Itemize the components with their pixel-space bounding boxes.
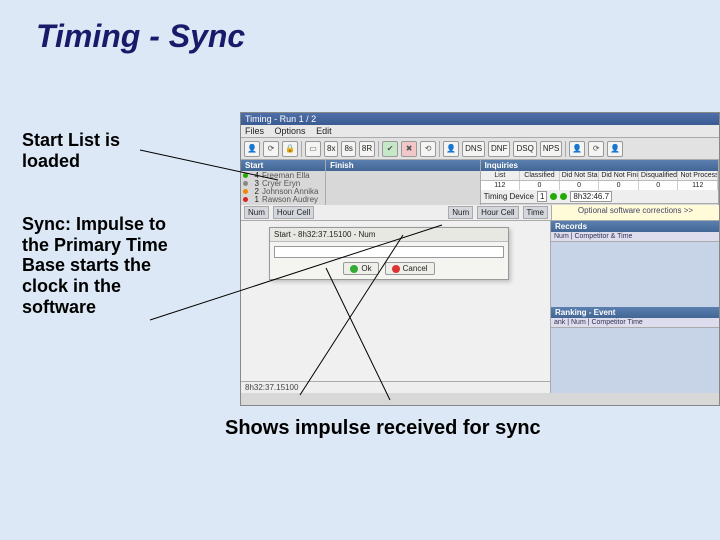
refresh-icon[interactable]: ⟳ [263, 141, 279, 157]
ranking-body [551, 328, 719, 393]
lower-area: Start - 8h32:37.15100 - Num Ok Cancel 8h… [241, 221, 719, 393]
eight-x-button[interactable]: 8x [324, 141, 338, 157]
eight-s-button[interactable]: 8s [341, 141, 355, 157]
status-dot-icon [243, 189, 248, 194]
inq-value-cell: 0 [599, 181, 639, 190]
status-dot-icon [243, 173, 248, 178]
ok-label: Ok [361, 264, 371, 273]
inq-value-cell: 112 [678, 181, 718, 190]
status-dot-icon [243, 197, 248, 202]
start-header: Start [241, 160, 325, 171]
num-label: Num [244, 206, 269, 219]
caption-bottom: Shows impulse received for sync [225, 417, 541, 440]
three-columns: Start 4 Freeman Ella 3 Cryer Eryn 2 John… [241, 160, 719, 205]
app-window: Timing - Run 1 / 2 Files Options Edit 👤 … [240, 112, 720, 406]
reset-icon[interactable]: ⟲ [420, 141, 436, 157]
window-title: Timing - Run 1 / 2 [241, 113, 719, 125]
person-icon[interactable]: 👤 [607, 141, 623, 157]
status-dot-icon [560, 193, 567, 200]
time-label: Time [523, 206, 548, 219]
person-icon[interactable]: 👤 [443, 141, 459, 157]
person-icon[interactable]: 👤 [569, 141, 585, 157]
dialog-title: Start - 8h32:37.15100 - Num [270, 228, 508, 242]
timing-device-id: 1 [537, 191, 547, 202]
status-bar: 8h32:37.15100 [241, 381, 550, 393]
sync-dialog: Start - 8h32:37.15100 - Num Ok Cancel [269, 227, 509, 280]
timing-device-label: Timing Device [484, 192, 534, 201]
inq-header-cell: Did Not Finish [599, 171, 639, 180]
inq-header-cell: Disqualified [639, 171, 679, 180]
inq-value-cell: 112 [481, 181, 521, 190]
inq-header-cell: List [481, 171, 521, 180]
menu-edit[interactable]: Edit [316, 126, 332, 136]
inq-value-cell: 0 [639, 181, 679, 190]
bib-number: 1 [251, 195, 259, 204]
menu-options[interactable]: Options [275, 126, 306, 136]
start-list: 4 Freeman Ella 3 Cryer Eryn 2 Johnson An… [241, 171, 325, 203]
ok-button[interactable]: Ok [343, 262, 378, 275]
inq-header-cell: Classified [520, 171, 560, 180]
separator [565, 141, 566, 157]
timing-device-row: Timing Device 1 8h32:46.7 [481, 190, 718, 204]
separator [301, 141, 302, 157]
inquiries-column: Inquiries ListClassifiedDid Not StartDid… [481, 160, 719, 205]
num-label: Num [448, 206, 473, 219]
lock-icon[interactable]: 🔒 [282, 141, 298, 157]
separator [378, 141, 379, 157]
slide-title: Timing - Sync [36, 18, 245, 55]
toolbar: 👤 ⟳ 🔒 ▭ 8x 8s 8R ✔ ✖ ⟲ 👤 DNS DNF DSQ NPS… [241, 138, 719, 160]
refresh-icon[interactable]: ⟳ [588, 141, 604, 157]
finish-header: Finish [326, 160, 480, 171]
lower-right-pane: Records Num | Competitor & Time Ranking … [551, 221, 719, 393]
note-sync: Sync: Impulse to the Primary Time Base s… [22, 214, 182, 317]
competitor-name: Rawson Audrey [262, 195, 318, 204]
records-header: Records [551, 221, 719, 232]
ranking-columns: ank | Num | Competitor Time [551, 318, 719, 328]
separator [439, 141, 440, 157]
lower-left-pane: Start - 8h32:37.15100 - Num Ok Cancel 8h… [241, 221, 551, 393]
ranking-header: Ranking - Event [551, 307, 719, 318]
nps-button[interactable]: NPS [540, 141, 562, 157]
records-columns: Num | Competitor & Time [551, 232, 719, 242]
dsq-button[interactable]: DSQ [513, 141, 536, 157]
cancel-icon [392, 265, 400, 273]
eight-r-button[interactable]: 8R [359, 141, 375, 157]
sub-header-strip: Num Hour Cell Num Hour Cell Time Optiona… [241, 205, 719, 221]
book-icon[interactable]: ▭ [305, 141, 321, 157]
dns-button[interactable]: DNS [462, 141, 485, 157]
cancel-label: Cancel [403, 264, 428, 273]
cancel-button[interactable]: Cancel [385, 262, 435, 275]
check-icon [350, 265, 358, 273]
timing-device-time: 8h32:46.7 [570, 191, 612, 202]
dnf-button[interactable]: DNF [488, 141, 510, 157]
menu-bar: Files Options Edit [241, 125, 719, 138]
hourcell-label: Hour Cell [273, 206, 314, 219]
finish-column: Finish [326, 160, 481, 205]
inq-value-cell: 0 [560, 181, 600, 190]
inq-header-cell: Not Processed [678, 171, 718, 180]
person-icon[interactable]: 👤 [244, 141, 260, 157]
hourcell-label: Hour Cell [477, 206, 518, 219]
optional-corrections-link[interactable]: Optional software corrections >> [551, 205, 719, 220]
status-dot-icon [550, 193, 557, 200]
stop-icon[interactable]: ✖ [401, 141, 417, 157]
records-body [551, 242, 719, 307]
inquiries-table: ListClassifiedDid Not StartDid Not Finis… [481, 171, 718, 190]
inq-value-cell: 0 [520, 181, 560, 190]
inq-header-cell: Did Not Start [560, 171, 600, 180]
status-dot-icon [243, 181, 248, 186]
go-icon[interactable]: ✔ [382, 141, 398, 157]
start-column: Start 4 Freeman Ella 3 Cryer Eryn 2 John… [241, 160, 326, 205]
dialog-num-input[interactable] [274, 246, 504, 258]
start-list-row[interactable]: 1 Rawson Audrey [241, 195, 325, 203]
note-startlist: Start List is loaded [22, 130, 162, 171]
menu-files[interactable]: Files [245, 126, 264, 136]
inquiries-header: Inquiries [481, 160, 718, 171]
